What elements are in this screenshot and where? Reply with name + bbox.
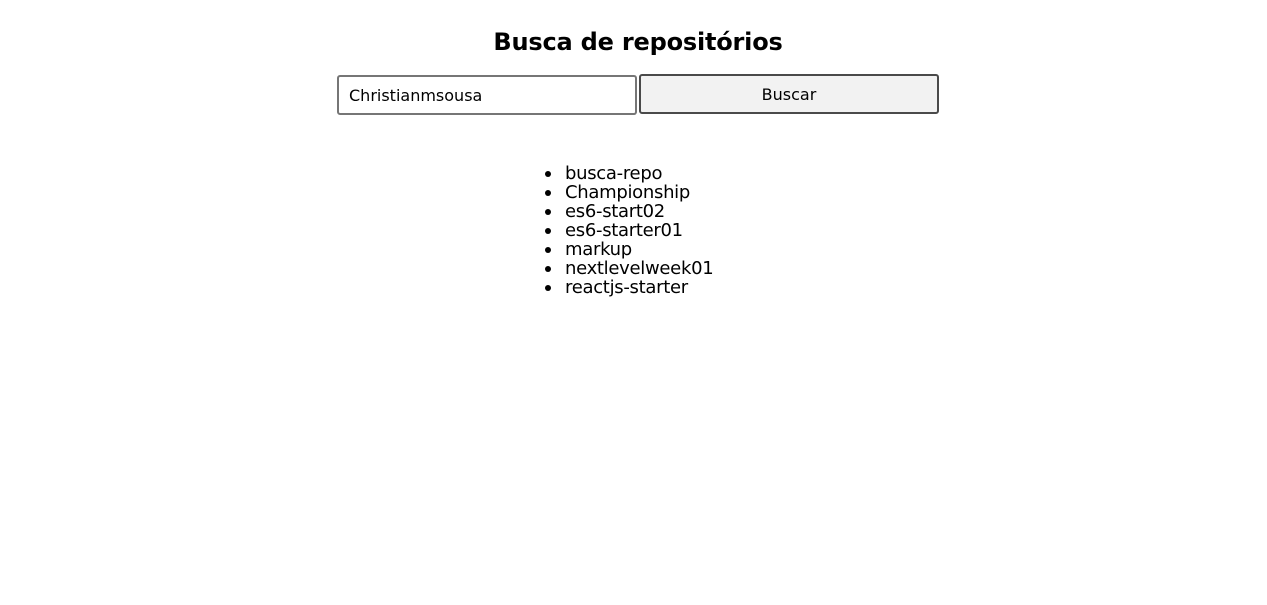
- search-button[interactable]: Buscar: [639, 74, 939, 114]
- page-title: Busca de repositórios: [493, 28, 783, 56]
- repository-item: es6-start02: [544, 202, 713, 221]
- repository-item: markup: [544, 240, 713, 259]
- repository-item: Championship: [544, 183, 713, 202]
- repository-item: busca-repo: [544, 164, 713, 183]
- search-input[interactable]: [337, 75, 637, 115]
- app-page: Busca de repositórios Buscar busca-repo …: [0, 0, 1267, 605]
- repository-list: busca-repo Championship es6-start02 es6-…: [544, 164, 714, 297]
- repository-item: reactjs-starter: [544, 278, 713, 297]
- search-form: Buscar: [337, 74, 939, 115]
- repository-item: es6-starter01: [544, 221, 713, 240]
- repository-item: nextlevelweek01: [544, 258, 714, 279]
